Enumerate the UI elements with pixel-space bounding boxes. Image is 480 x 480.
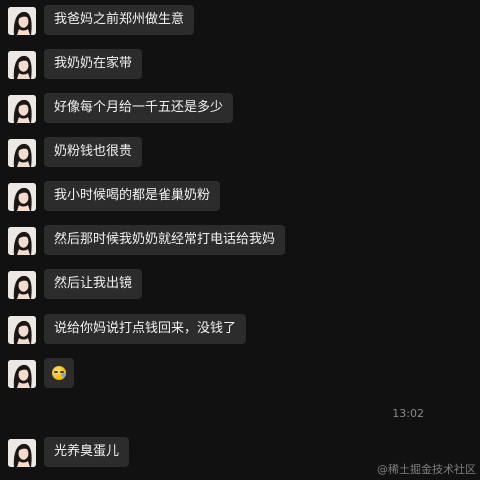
- watermark: @稀土掘金技术社区: [377, 463, 476, 476]
- message-bubble[interactable]: [44, 358, 74, 388]
- timestamp: 13:02: [392, 407, 424, 420]
- contact-avatar[interactable]: [8, 95, 36, 123]
- contact-avatar[interactable]: [8, 7, 36, 35]
- message-bubble[interactable]: 然后那时候我奶奶就经常打电话给我妈: [44, 225, 286, 255]
- contact-avatar[interactable]: [8, 139, 36, 167]
- message-bubble[interactable]: 我奶奶在家带: [44, 49, 143, 79]
- message-bubble[interactable]: 好像每个月给一千五还是多少: [44, 93, 234, 123]
- message-bubble[interactable]: 我爸妈之前郑州做生意: [44, 5, 195, 35]
- contact-avatar[interactable]: [8, 183, 36, 211]
- contact-avatar[interactable]: [8, 316, 36, 344]
- sweat-smile-icon: [52, 366, 66, 380]
- message-bubble[interactable]: 说给你妈说打点钱回来，没钱了: [44, 314, 247, 344]
- message-bubble[interactable]: 奶粉钱也很贵: [44, 137, 143, 167]
- contact-avatar[interactable]: [8, 51, 36, 79]
- contact-avatar[interactable]: [8, 360, 36, 388]
- contact-avatar[interactable]: [8, 439, 36, 467]
- contact-avatar[interactable]: [8, 227, 36, 255]
- message-bubble[interactable]: 然后让我出镜: [44, 269, 143, 299]
- contact-avatar[interactable]: [8, 271, 36, 299]
- chat-window: 我爸妈之前郑州做生意 我奶奶在家带 好像每个月给一千五还是多少 奶粉钱也很贵 我…: [0, 0, 480, 480]
- message-bubble[interactable]: 光养臭蛋儿: [44, 437, 130, 467]
- message-bubble[interactable]: 我小时候喝的都是雀巢奶粉: [44, 181, 221, 211]
